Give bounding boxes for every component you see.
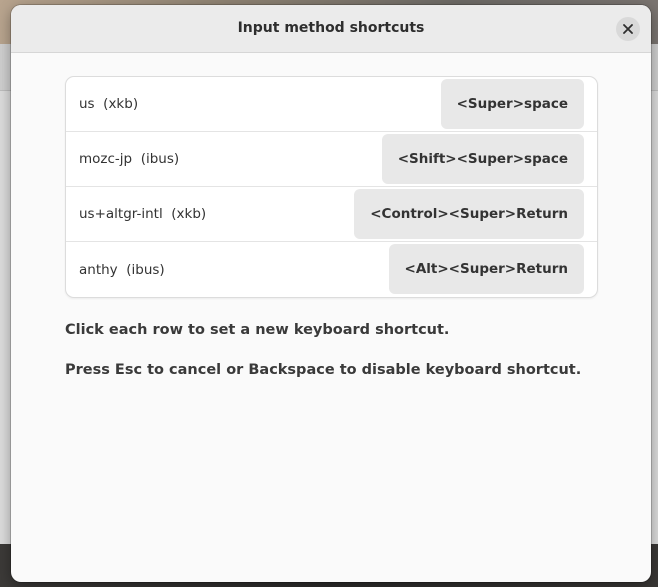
shortcut-list: us (xkb) <Super>space mozc-jp (ibus) <Sh… (65, 76, 598, 298)
dialog-title: Input method shortcuts (237, 20, 425, 36)
input-source-label: us+altgr-intl (xkb) (79, 206, 207, 222)
shortcut-row-us[interactable]: us (xkb) <Super>space (66, 77, 597, 132)
shortcut-accelerator[interactable]: <Alt><Super>Return (388, 244, 584, 294)
dialog-headerbar: Input method shortcuts (11, 5, 651, 53)
shortcut-row-anthy[interactable]: anthy (ibus) <Alt><Super>Return (66, 242, 597, 297)
shortcut-accelerator[interactable]: <Super>space (440, 79, 584, 129)
close-button[interactable] (616, 17, 640, 41)
shortcut-accelerator[interactable]: <Control><Super>Return (354, 189, 584, 239)
input-source-label: anthy (ibus) (79, 261, 165, 278)
input-method-shortcuts-dialog: Input method shortcuts us (xkb) <Super>s… (11, 5, 651, 582)
shortcut-row-mozc-jp[interactable]: mozc-jp (ibus) <Shift><Super>space (66, 132, 597, 187)
shortcut-accelerator[interactable]: <Shift><Super>space (381, 134, 584, 184)
hint-cancel-disable: Press Esc to cancel or Backspace to disa… (65, 362, 582, 378)
shortcut-row-us-altgr-intl[interactable]: us+altgr-intl (xkb) <Control><Super>Retu… (66, 187, 597, 242)
input-source-label: mozc-jp (ibus) (79, 151, 180, 167)
close-icon (623, 24, 633, 34)
hint-set-shortcut: Click each row to set a new keyboard sho… (65, 322, 450, 338)
input-source-label: us (xkb) (79, 96, 139, 112)
